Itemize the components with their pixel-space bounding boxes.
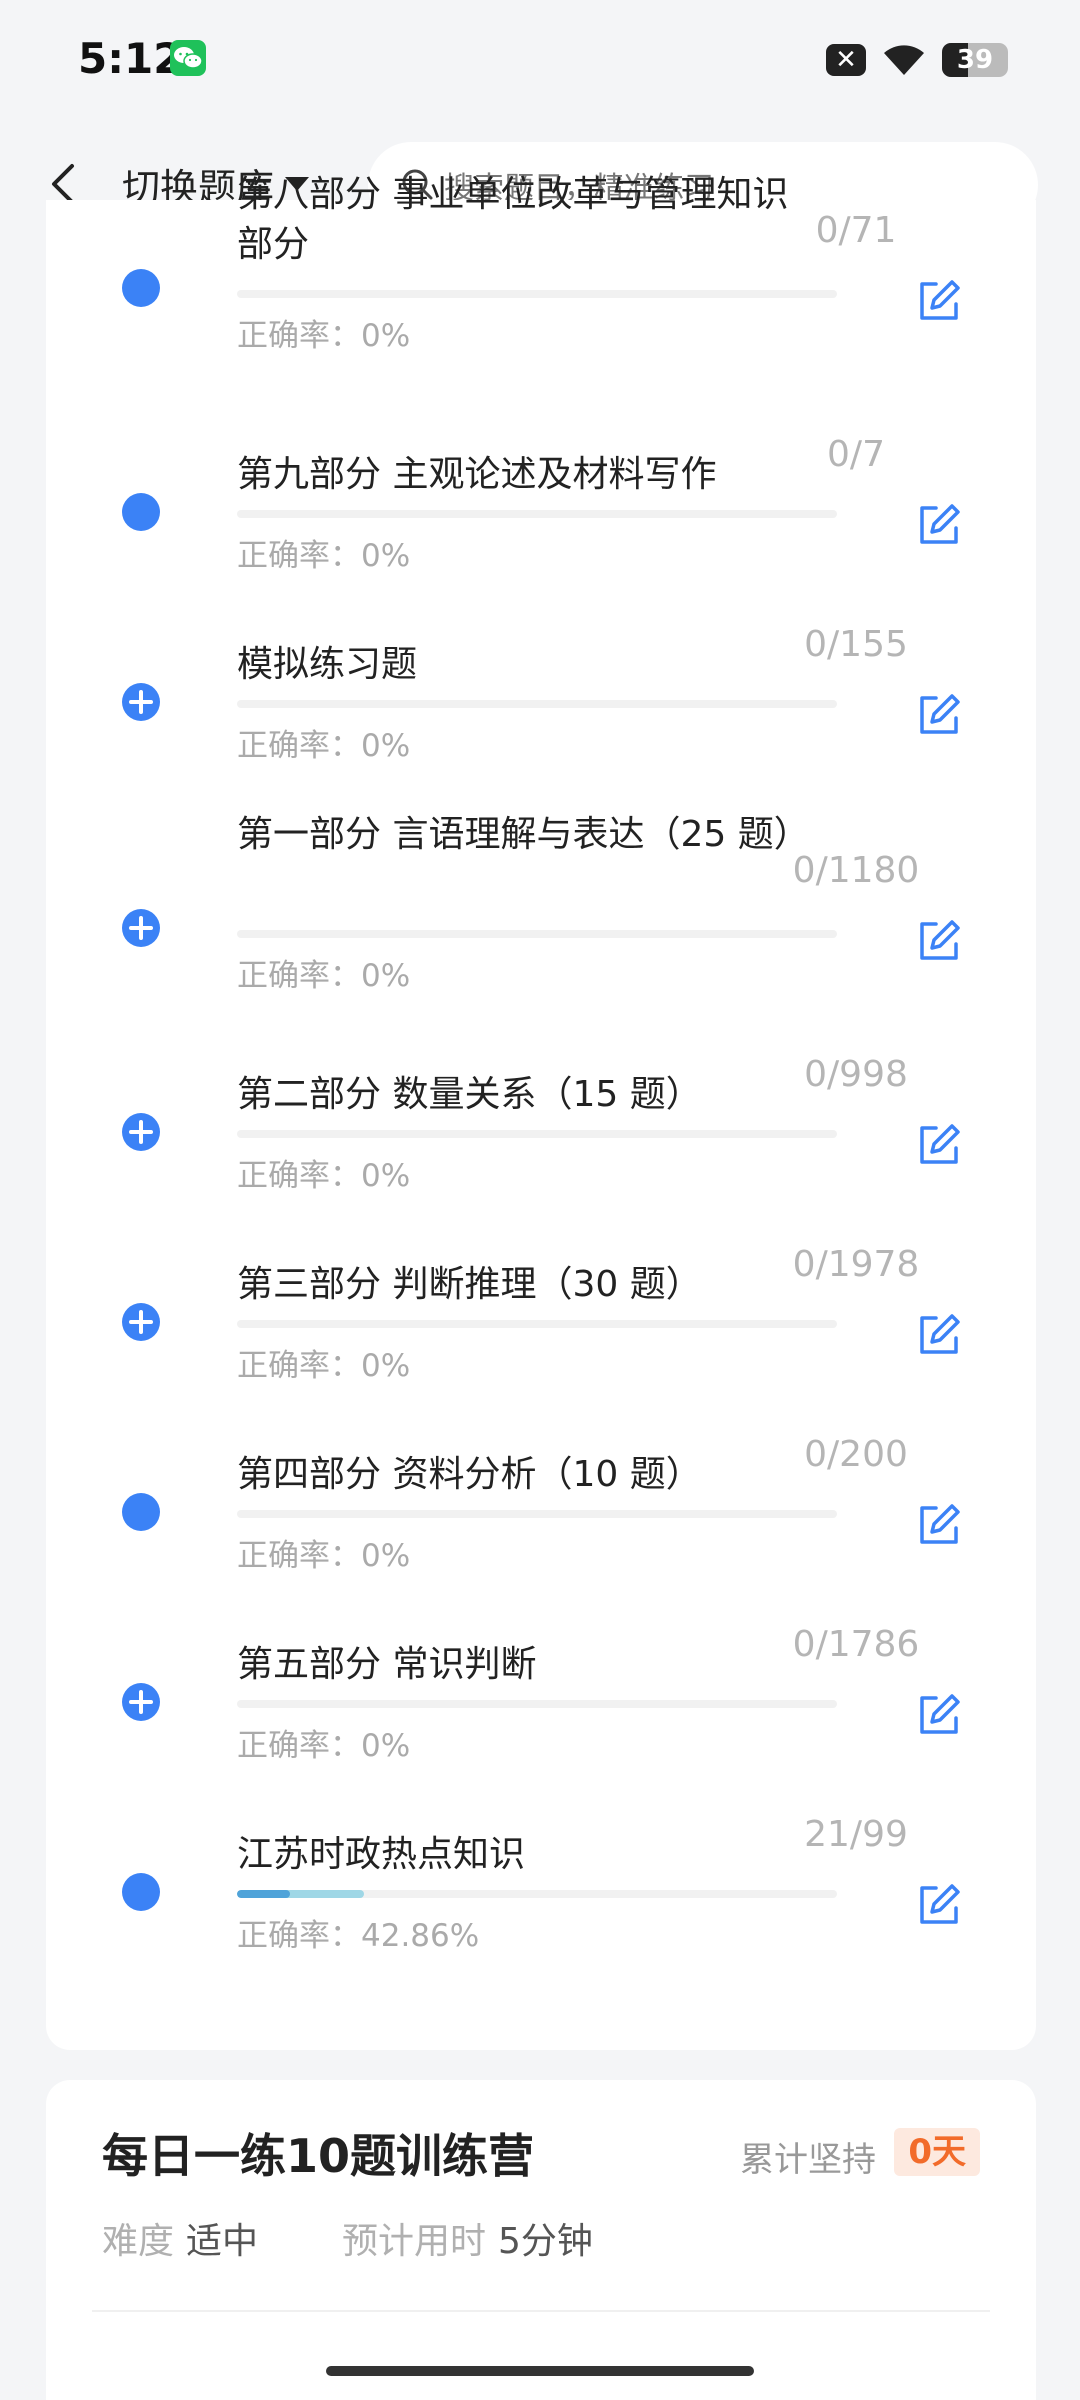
- progress-count: 0/7: [827, 434, 885, 475]
- plus-circle-icon[interactable]: [121, 908, 161, 948]
- progress-bar: [237, 1510, 837, 1518]
- progress-bar: [237, 700, 837, 708]
- accuracy-text: 正确率：0%: [237, 1538, 411, 1574]
- progress-count: 0/1978: [792, 1244, 920, 1285]
- dot-icon: [122, 493, 160, 531]
- progress-count: 0/1786: [792, 1624, 920, 1665]
- streak-label: 累计坚持: [740, 2140, 876, 2180]
- progress-bar: [237, 1320, 837, 1328]
- accuracy-text: 正确率：0%: [237, 538, 411, 574]
- progress-bar: [237, 1130, 837, 1138]
- progress-bar: [237, 290, 837, 298]
- plus-circle-icon[interactable]: [121, 1112, 161, 1152]
- estimated-time-label: 预计用时: [342, 2221, 487, 2262]
- progress-count: 0/1180: [792, 850, 920, 891]
- status-icons: ✕ 39: [826, 38, 1008, 82]
- plus-circle-icon[interactable]: [121, 1682, 161, 1722]
- edit-icon[interactable]: [916, 1882, 962, 1928]
- progress-bar: [237, 930, 837, 938]
- wifi-icon: [884, 45, 924, 75]
- progress-count: 0/71: [815, 210, 897, 251]
- edit-icon[interactable]: [916, 1692, 962, 1738]
- chapter-title: 第五部分 常识判断: [237, 1644, 537, 1685]
- camp-title: 每日一练10题训练营: [102, 2129, 535, 2183]
- wechat-icon: [170, 40, 206, 76]
- status-time: 5:12: [78, 34, 183, 83]
- progress-count: 0/155: [804, 624, 908, 665]
- progress-bar: [237, 1890, 837, 1898]
- progress-fill: [237, 1890, 365, 1898]
- progress-count: 21/99: [804, 1814, 908, 1855]
- chapter-title: 第四部分 资料分析（10 题）: [237, 1454, 702, 1495]
- edit-icon[interactable]: [916, 1122, 962, 1168]
- dot-icon: [122, 1493, 160, 1531]
- chapter-title: 模拟练习题: [237, 644, 418, 685]
- estimated-time-value: 5分钟: [498, 2221, 593, 2262]
- streak-badge: 0天: [894, 2128, 980, 2176]
- edit-icon[interactable]: [916, 1502, 962, 1548]
- difficulty-info: 难度 适中: [102, 2212, 258, 2264]
- accuracy-text: 正确率：0%: [237, 1158, 411, 1194]
- chapter-title: 江苏时政热点知识: [237, 1834, 526, 1875]
- chapter-list-card: 第八部分 事业单位改革与管理知识部分正确率：0% 0/71 第九部分 主观论述及材料…: [46, 174, 1036, 2050]
- accuracy-text: 正确率：0%: [237, 728, 411, 764]
- accuracy-text: 正确率：0%: [237, 318, 411, 354]
- plus-circle-icon[interactable]: [121, 1302, 161, 1342]
- close-notification-icon: ✕: [826, 44, 866, 76]
- accuracy-text: 正确率：0%: [237, 1728, 411, 1764]
- estimated-time-info: 预计用时 5分钟: [342, 2212, 593, 2264]
- edit-icon[interactable]: [916, 692, 962, 738]
- difficulty-label: 难度: [102, 2221, 175, 2262]
- chapter-title: 第三部分 判断推理（30 题）: [237, 1264, 702, 1305]
- progress-count: 0/200: [804, 1434, 908, 1475]
- divider: [92, 2310, 990, 2312]
- practice-page: 5:12 ✕ 39 切换题库 搜索题目，精准练习 第八部分 事业单位改革与管理知…: [0, 0, 1080, 2400]
- edit-icon[interactable]: [916, 502, 962, 548]
- daily-practice-camp-card[interactable]: 每日一练10题训练营 累计坚持 0天 难度 适中 预计用时 5分钟: [46, 2080, 1036, 2400]
- progress-bar: [237, 510, 837, 518]
- battery-icon: 39: [942, 43, 1008, 77]
- chapter-title: 第二部分 数量关系（15 题）: [237, 1074, 702, 1115]
- chapter-title: 第八部分 事业单位改革与管理知识部分: [237, 174, 789, 265]
- plus-circle-icon[interactable]: [121, 682, 161, 722]
- edit-icon[interactable]: [916, 278, 962, 324]
- status-bar: 5:12 ✕ 39: [0, 0, 1080, 120]
- edit-icon[interactable]: [916, 918, 962, 964]
- chapter-title: 第一部分 言语理解与表达（25 题）: [237, 814, 810, 855]
- accuracy-text: 正确率：0%: [237, 1348, 411, 1384]
- dot-icon: [122, 269, 160, 307]
- progress-bar: [237, 1700, 837, 1708]
- battery-level: 39: [956, 45, 994, 75]
- accuracy-text: 正确率：42.86%: [237, 1918, 480, 1954]
- accuracy-text: 正确率：0%: [237, 958, 411, 994]
- home-indicator[interactable]: [326, 2366, 754, 2376]
- progress-count: 0/998: [804, 1054, 908, 1095]
- chapter-title: 第九部分 主观论述及材料写作: [237, 454, 717, 495]
- dot-icon: [122, 1873, 160, 1911]
- difficulty-value: 适中: [186, 2221, 259, 2262]
- edit-icon[interactable]: [916, 1312, 962, 1358]
